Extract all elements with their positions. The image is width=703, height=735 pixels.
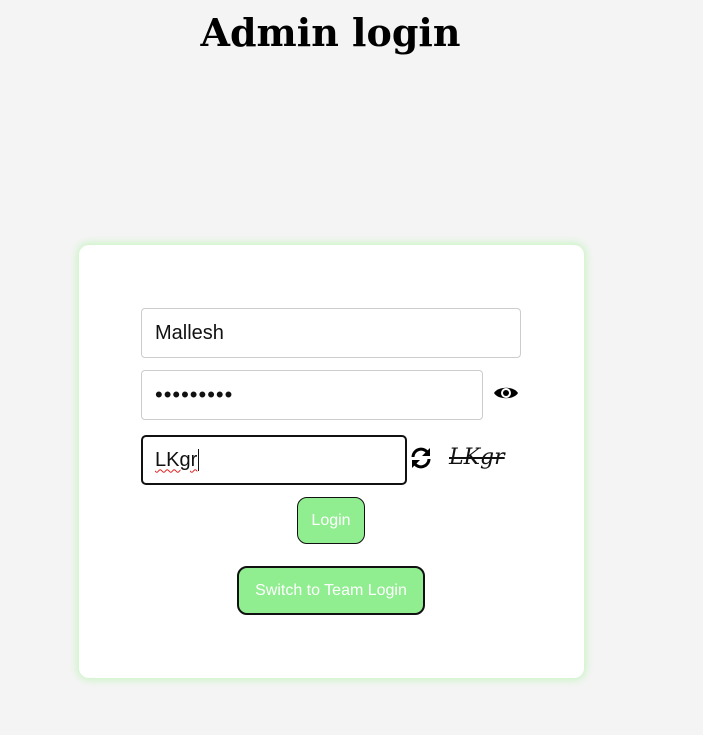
eye-icon[interactable] bbox=[493, 383, 519, 403]
login-card: Mallesh ••••••••• LKgr LKgr Login Switch… bbox=[79, 245, 584, 678]
username-field[interactable]: Mallesh bbox=[141, 308, 521, 358]
captcha-input[interactable]: LKgr bbox=[141, 435, 407, 485]
captcha-code: LKgr bbox=[449, 445, 505, 470]
refresh-icon[interactable] bbox=[409, 446, 433, 470]
captcha-input-value: LKgr bbox=[155, 448, 198, 471]
login-button[interactable]: Login bbox=[297, 497, 365, 544]
password-value: ••••••••• bbox=[155, 382, 234, 407]
password-field[interactable]: ••••••••• bbox=[141, 370, 483, 420]
switch-to-team-login-button[interactable]: Switch to Team Login bbox=[237, 566, 425, 615]
username-value: Mallesh bbox=[155, 321, 224, 344]
text-caret bbox=[198, 449, 200, 471]
page-title: Admin login bbox=[200, 10, 461, 55]
